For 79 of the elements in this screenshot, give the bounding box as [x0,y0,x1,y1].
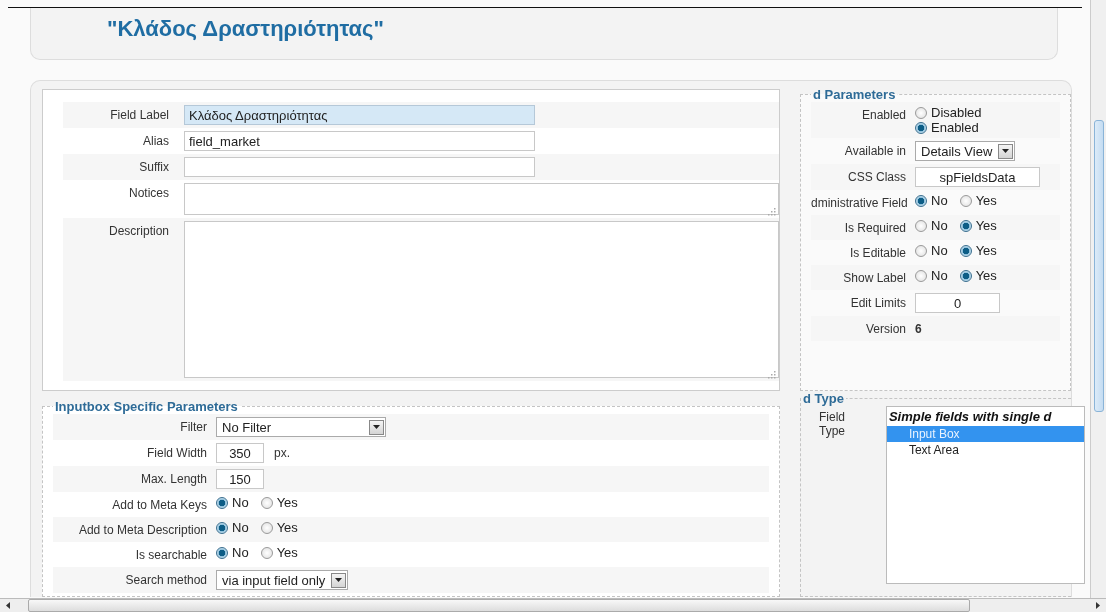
field-label: Is Required [843,220,907,235]
radio-button[interactable] [216,546,228,559]
radio-button[interactable] [216,521,228,534]
field-label: CSS Class [847,169,907,184]
scrollbar-thumb[interactable] [28,599,970,612]
field-label: Add to Meta Description [77,522,208,537]
number-field[interactable]: 0 [915,293,1000,313]
field-label: Alias [142,133,170,148]
dropdown[interactable]: via input field only [216,570,349,590]
field-label: Field Width [145,445,208,460]
radio-label: No [232,495,249,510]
field-label: Max. Length [139,471,208,486]
radio-button[interactable] [915,219,927,232]
radio-button[interactable] [216,496,228,509]
text-area[interactable] [184,183,779,215]
radio-label: Enabled [931,120,979,135]
page-title: "Κλάδος Δραστηριότητας" [107,16,385,42]
field-label: Field Type [819,409,846,440]
field-type-list[interactable]: Simple fields with single d Input Box Text Area [885,406,1085,584]
caret-icon [369,419,384,435]
radio-label: No [931,193,948,208]
radio-label: Yes [975,193,997,208]
dropdown[interactable]: No Filter [216,417,386,437]
number-field[interactable]: 350 [216,443,264,463]
radio-label: Yes [276,520,298,535]
field-label: Notices [128,185,170,200]
radio-label: No [931,243,948,258]
field-label: Enabled [860,107,907,122]
list-option[interactable]: Text Area [886,442,1084,458]
scrollbar-thumb[interactable] [1094,120,1104,412]
dropdown[interactable]: Details View [915,141,1016,161]
field-label: Search method [124,572,208,587]
field-label: Edit Limits [849,295,907,310]
radio-button[interactable] [915,194,927,207]
field-label: Suffix [138,159,170,174]
section-title: d Parameters [812,87,897,102]
radio-label: Yes [276,495,298,510]
text-field[interactable]: Κλάδος Δραστηριότητας [184,105,535,125]
radio-button[interactable] [260,521,273,534]
field-label: Description [107,223,170,238]
field-label: Filter [179,419,208,434]
field-label: Is searchable [134,547,208,562]
radio-button[interactable] [260,546,273,559]
field-label: Add to Meta Keys [111,497,208,512]
radio-button[interactable] [915,244,927,257]
number-field[interactable]: 150 [216,469,264,489]
field-label: Is Editable [848,245,907,260]
field-label: Show Label [842,270,907,285]
radio-label: Yes [975,268,997,283]
radio-button[interactable] [959,194,972,207]
field-label: dministrative Field [811,195,909,210]
text-field[interactable] [184,157,535,177]
field-label: Field Label [109,107,170,122]
radio-button[interactable] [260,496,273,509]
radio-label: Disabled [931,105,982,120]
text-field[interactable]: field_market [184,131,535,151]
radio-button[interactable] [915,269,927,282]
radio-label: Yes [276,545,298,560]
version-value: 6 [915,321,922,336]
field-label: Version [864,321,907,336]
caret-icon [331,572,347,588]
radio-label: No [232,545,249,560]
radio-label: No [931,268,948,283]
radio-label: Yes [975,218,997,233]
radio-label: Yes [975,243,997,258]
radio-button[interactable] [959,219,972,232]
radio-button[interactable] [915,121,927,134]
radio-label: No [232,520,249,535]
option-group-label: Simple fields with single d [887,408,1053,426]
radio-button[interactable] [959,269,972,282]
text-field[interactable]: spFieldsData [915,167,1040,187]
radio-button[interactable] [915,106,927,119]
unit-label: px. [274,446,290,460]
field-label: Available in [843,143,907,158]
caret-icon [998,143,1014,159]
section-title: Inputbox Specific Parameters [54,399,239,414]
section-title: d Type [802,391,845,406]
radio-label: No [931,218,948,233]
radio-button[interactable] [959,244,972,257]
